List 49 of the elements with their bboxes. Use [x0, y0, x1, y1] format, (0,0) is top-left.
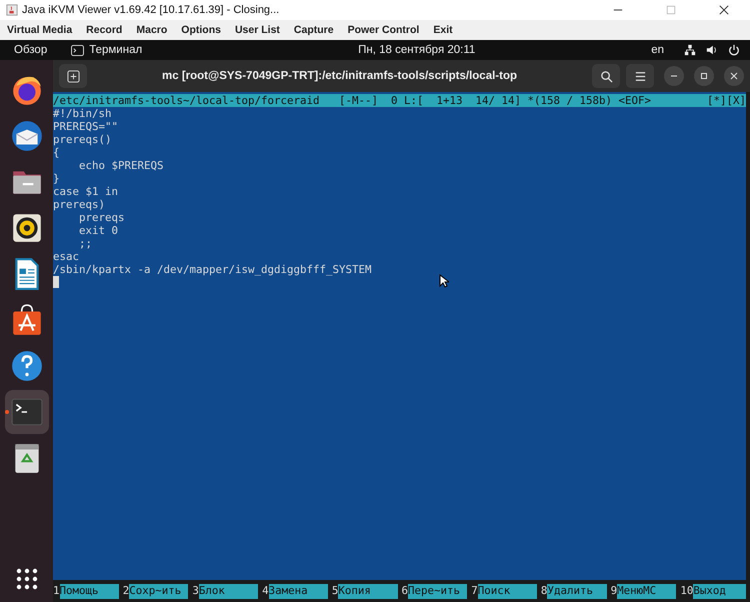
code-line: prereqs(): [53, 133, 113, 146]
code-line: #!/bin/sh: [53, 107, 113, 120]
function-key-button[interactable]: Поиск: [478, 584, 537, 598]
function-key-button[interactable]: Удалить: [547, 584, 607, 598]
function-key-button[interactable]: МенюMC: [617, 584, 676, 598]
status-flags: [*][X]: [706, 94, 746, 107]
status-line: /etc/initramfs-tools~/local-top/forceraid [-M--] 0 L:[ 1+13 14/ 14] *(158 / 158b) <EOF>: [53, 94, 652, 107]
code-line: /sbin/kpartx -a /dev/mapper/isw_dgdiggbfff_SYSTEM: [53, 263, 373, 276]
menu-item[interactable]: Power Control: [348, 24, 420, 36]
code-line: ;;: [78, 237, 94, 250]
function-key-number: 9: [610, 584, 618, 598]
function-key-number: 8: [540, 584, 548, 598]
code-line: prereqs: [78, 211, 126, 224]
menu-item[interactable]: Capture: [294, 24, 334, 36]
terminal-title: mc [root@SYS-7049GP-TRT]:/etc/initramfs-tools/scripts/local-top: [161, 70, 518, 82]
function-key-button[interactable]: Пере~ить: [408, 584, 468, 598]
code-line: {: [53, 146, 61, 159]
function-key-number: 2: [122, 584, 130, 598]
function-key-number: 3: [192, 584, 199, 598]
language-indicator[interactable]: en: [651, 44, 664, 56]
function-key-button[interactable]: Замена: [268, 584, 328, 598]
activities-button[interactable]: Обзор: [14, 44, 48, 56]
menu-item[interactable]: Record: [86, 24, 122, 36]
function-key-button[interactable]: Блок: [198, 584, 258, 598]
code-line: }: [53, 172, 61, 185]
menu-item[interactable]: Macro: [136, 24, 168, 36]
function-key-number: 10: [680, 584, 694, 598]
function-key-button[interactable]: Помощь: [60, 584, 119, 598]
function-key-number: 1: [53, 584, 60, 598]
menu-item[interactable]: Exit: [433, 24, 453, 36]
app-menu-button[interactable]: Терминал: [71, 44, 142, 56]
function-key-number: 4: [262, 584, 269, 598]
menu-item[interactable]: Options: [181, 24, 221, 36]
window-title: Java iKVM Viewer v1.69.42 [10.17.61.39] - Closing...: [22, 4, 280, 16]
code-line: echo $PREREQS: [78, 159, 165, 172]
code-line: prereqs): [53, 198, 106, 211]
code-line: case $1 in: [53, 185, 120, 198]
clock[interactable]: Пн, 18 сентября 20:11: [358, 44, 476, 56]
code-line: PREREQS="": [53, 120, 120, 133]
code-line: exit 0: [78, 224, 120, 237]
code-line: esac: [53, 250, 80, 263]
function-key-button[interactable]: Сохр~ить: [129, 584, 188, 598]
function-key-number: 6: [402, 584, 408, 598]
menu-item[interactable]: User List: [234, 24, 280, 36]
function-key-button[interactable]: Выход: [693, 584, 746, 598]
menu-item[interactable]: Virtual Media: [7, 24, 72, 36]
function-key-number: 7: [471, 584, 478, 598]
function-key-button[interactable]: Копия: [338, 584, 398, 598]
function-key-number: 5: [332, 584, 338, 598]
